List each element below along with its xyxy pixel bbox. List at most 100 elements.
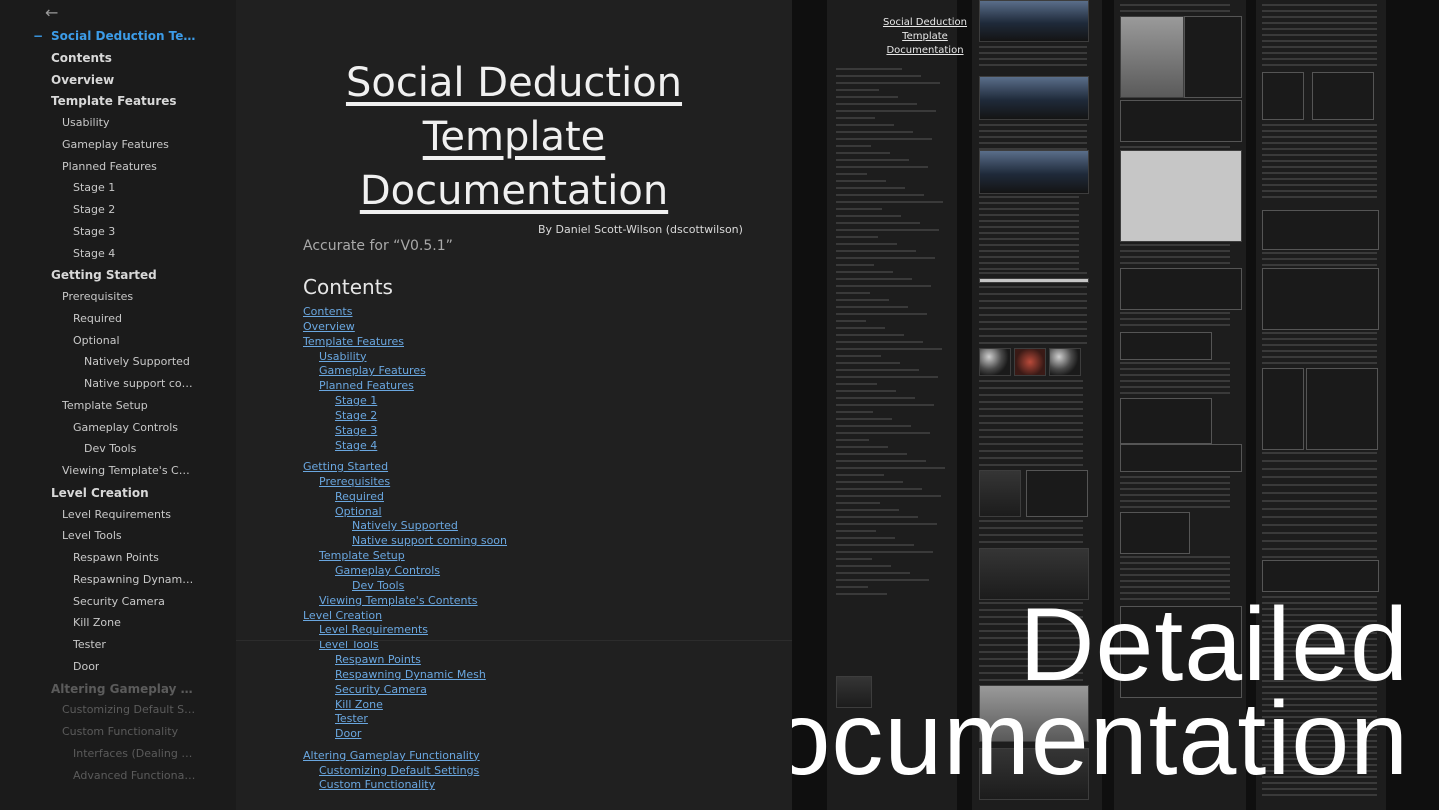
preview-text-line — [1120, 10, 1230, 12]
sidebar-item[interactable]: Natively Supported — [0, 355, 236, 376]
preview-text-line — [979, 272, 1087, 274]
sidebar-item[interactable]: Usability — [0, 116, 236, 137]
sidebar-item[interactable]: Stage 2 — [0, 203, 236, 224]
toc-link[interactable]: Stage 3 — [335, 424, 377, 437]
preview-text-line — [979, 380, 1083, 382]
preview-text-line — [1262, 362, 1377, 364]
sidebar-item[interactable]: Gameplay Controls — [0, 421, 236, 442]
preview-text-line — [836, 271, 893, 273]
overlay-line-1: Detailed — [1019, 587, 1409, 703]
toc-link[interactable]: Security Camera — [335, 683, 427, 696]
toc-link[interactable]: Stage 2 — [335, 409, 377, 422]
sidebar-item[interactable]: Tester — [0, 638, 236, 659]
toc-link[interactable]: Level Requirements — [319, 623, 428, 636]
sidebar-item[interactable]: Door — [0, 660, 236, 681]
sidebar-item[interactable]: Native support coming ... — [0, 377, 236, 398]
preview-text-line — [1262, 350, 1377, 352]
preview-screenshot-image — [1026, 470, 1088, 517]
toc-link[interactable]: Native support coming soon — [352, 534, 507, 547]
sidebar-item[interactable]: Advanced Functionality — [0, 769, 236, 790]
preview-text-line — [979, 422, 1083, 424]
back-arrow-icon[interactable]: ← — [45, 3, 58, 22]
sidebar-item[interactable]: Interfaces (Dealing damag... — [0, 747, 236, 768]
sidebar-item-label: Custom Functionality — [62, 725, 179, 738]
sidebar-item[interactable]: Template Setup — [0, 399, 236, 420]
sidebar-item[interactable]: Stage 4 — [0, 247, 236, 268]
toc-link[interactable]: Level Creation — [303, 609, 382, 622]
toc-link[interactable]: Overview — [303, 320, 355, 333]
toc-link[interactable]: Customizing Default Settings — [319, 764, 479, 777]
toc-link[interactable]: Planned Features — [319, 379, 414, 392]
toc-link[interactable]: Tester — [335, 712, 368, 725]
toc-link[interactable]: Gameplay Features — [319, 364, 426, 377]
toc-link[interactable]: Kill Zone — [335, 698, 383, 711]
toc-link[interactable]: Stage 1 — [335, 394, 377, 407]
toc-link[interactable]: Natively Supported — [352, 519, 458, 532]
preview-text-line — [836, 145, 871, 147]
toc-link[interactable]: Viewing Template's Contents — [319, 594, 478, 607]
sidebar-item-label: Natively Supported — [84, 355, 190, 369]
sidebar-item[interactable]: Security Camera — [0, 595, 236, 616]
sidebar-item[interactable]: Contents — [0, 51, 236, 72]
preview-text-line — [836, 285, 931, 287]
preview-text-line — [979, 321, 1087, 323]
toc-link[interactable]: Prerequisites — [319, 475, 390, 488]
preview-screenshot-image — [979, 278, 1089, 283]
preview-text-line — [1120, 380, 1230, 382]
toc-link[interactable]: Dev Tools — [352, 579, 404, 592]
sidebar-item[interactable]: −Social Deduction Template ... — [0, 29, 236, 50]
toc-link[interactable]: Custom Functionality — [319, 778, 435, 791]
sidebar-item[interactable]: Customizing Default Settings — [0, 703, 236, 724]
sidebar-item[interactable]: Planned Features — [0, 160, 236, 181]
sidebar-item[interactable]: Altering Gameplay Functio... — [0, 682, 236, 703]
preview-page-title: Social Deduction Template Documentation — [882, 17, 968, 56]
sidebar-item[interactable]: Overview — [0, 73, 236, 94]
preview-text-line — [836, 250, 916, 252]
toc-link[interactable]: Respawning Dynamic Mesh — [335, 668, 486, 681]
toc-link[interactable]: Template Setup — [319, 549, 405, 562]
toc-link[interactable]: Required — [335, 490, 384, 503]
sidebar-item[interactable]: Prerequisites — [0, 290, 236, 311]
sidebar-item[interactable]: Respawn Points — [0, 551, 236, 572]
toc-link[interactable]: Stage 4 — [335, 439, 377, 452]
sidebar-item[interactable]: Gameplay Features — [0, 138, 236, 159]
sidebar-item[interactable]: Dev Tools — [0, 442, 236, 463]
toc-link[interactable]: Altering Gameplay Functionality — [303, 749, 480, 762]
preview-text-line — [836, 579, 929, 581]
sidebar-item[interactable]: Stage 3 — [0, 225, 236, 246]
toc-link[interactable]: Gameplay Controls — [335, 564, 440, 577]
doc-title-line-3: Documentation — [359, 168, 669, 214]
sidebar-item[interactable]: Required — [0, 312, 236, 333]
preview-text-line — [1262, 460, 1377, 462]
sidebar-item[interactable]: Stage 1 — [0, 181, 236, 202]
sidebar-item[interactable]: Level Tools — [0, 529, 236, 550]
sidebar-item[interactable]: Level Requirements — [0, 508, 236, 529]
preview-screenshot-image — [1120, 512, 1190, 554]
toc-link[interactable]: Door — [335, 727, 361, 740]
toc-link[interactable]: Getting Started — [303, 460, 388, 473]
sidebar-item-label: Level Requirements — [62, 507, 172, 521]
toc-link[interactable]: Template Features — [303, 335, 404, 348]
sidebar-item[interactable]: Kill Zone — [0, 616, 236, 637]
preview-text-line — [979, 300, 1087, 302]
preview-text-line — [979, 244, 1079, 246]
sidebar-item[interactable]: Optional — [0, 334, 236, 355]
sidebar-item[interactable]: Viewing Template's Contents — [0, 464, 236, 485]
sidebar-item-label: Dev Tools — [84, 442, 137, 456]
collapse-icon[interactable]: − — [33, 29, 43, 43]
toc-link[interactable]: Respawn Points — [335, 653, 421, 666]
preview-text-line — [1120, 262, 1230, 264]
toc-link[interactable]: Usability — [319, 350, 367, 363]
sidebar-item[interactable]: Getting Started — [0, 268, 236, 289]
preview-screenshot-image — [1049, 348, 1081, 376]
sidebar-item[interactable]: Custom Functionality — [0, 725, 236, 746]
sidebar-item-label: Optional — [73, 333, 120, 347]
sidebar-item[interactable]: Template Features — [0, 94, 236, 115]
toc-link[interactable]: Contents — [303, 305, 352, 318]
preview-text-line — [1262, 10, 1377, 12]
sidebar-item[interactable]: Level Creation — [0, 486, 236, 507]
preview-text-line — [836, 82, 940, 84]
sidebar-item[interactable]: Respawning Dynamic Mesh — [0, 573, 236, 594]
preview-text-line — [836, 355, 881, 357]
toc-link[interactable]: Optional — [335, 505, 382, 518]
